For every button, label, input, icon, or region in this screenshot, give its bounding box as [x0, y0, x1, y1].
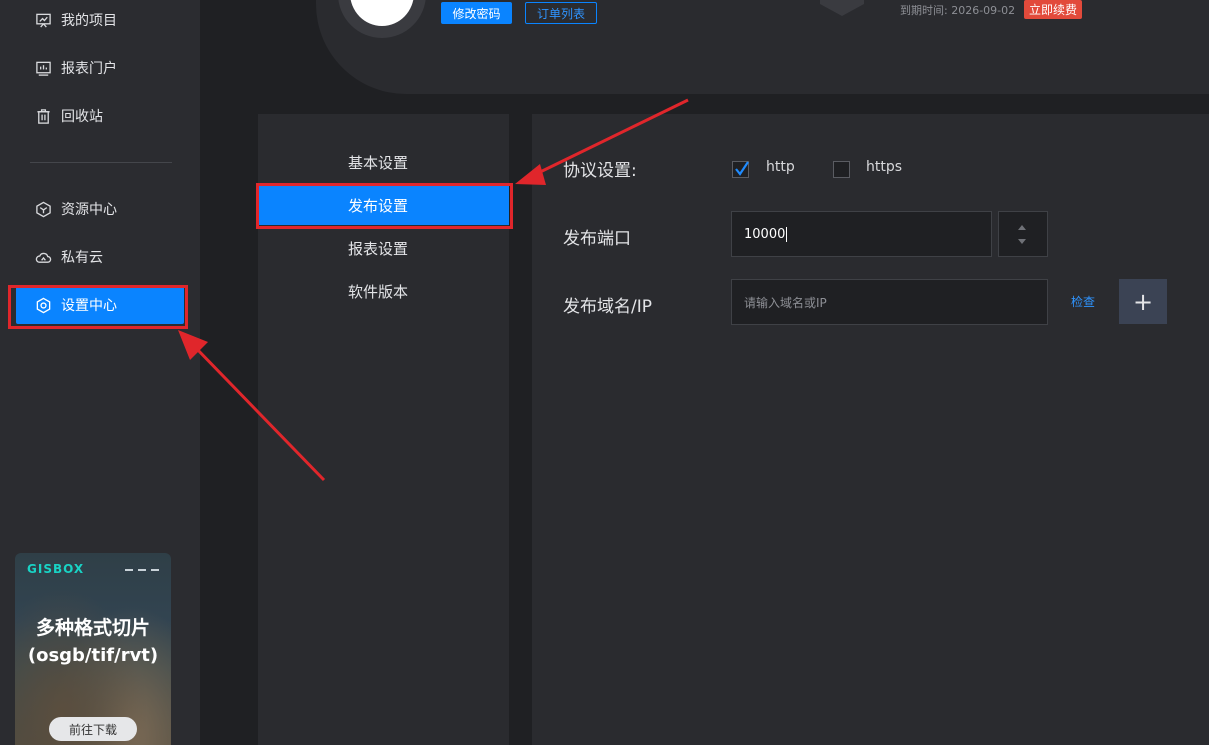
sidebar-item-settings-center[interactable]: 设置中心 [16, 286, 184, 324]
sidebar-item-label: 资源中心 [61, 202, 117, 218]
chevron-up-icon[interactable] [1018, 225, 1026, 230]
domain-label: 发布域名/IP [563, 297, 652, 317]
promo-subtitle: (osgb/tif/rvt) [27, 645, 159, 666]
add-domain-button[interactable]: + [1119, 279, 1167, 324]
port-value: 10000 [744, 226, 786, 242]
report-monitor-icon [34, 59, 52, 77]
order-list-button[interactable]: 订单列表 [525, 2, 597, 24]
submenu-item-basic[interactable]: 基本设置 [258, 142, 509, 182]
domain-placeholder: 请输入域名或IP [744, 295, 827, 310]
promo-card[interactable]: GISBOX 多种格式切片 (osgb/tif/rvt) 前往下载 [15, 553, 171, 745]
promo-brand-logo: GISBOX [27, 562, 85, 576]
submenu-item-label: 软件版本 [348, 282, 409, 301]
chevron-down-icon[interactable] [1018, 239, 1026, 244]
expire-info: 到期时间: 2026-09-02 [900, 2, 1015, 18]
sidebar-item-label: 我的项目 [61, 13, 117, 29]
change-password-button[interactable]: 修改密码 [441, 2, 512, 24]
submenu-item-label: 发布设置 [348, 196, 409, 215]
promo-title: 多种格式切片 [35, 617, 150, 639]
submenu-item-publish[interactable]: 发布设置 [258, 185, 509, 225]
renew-button[interactable]: 立即续费 [1024, 0, 1082, 19]
expire-date: 2026-09-02 [951, 4, 1016, 17]
sidebar-item-label: 私有云 [61, 250, 103, 266]
sidebar-item-private-cloud[interactable]: 私有云 [16, 238, 184, 276]
member-badge-icon [820, 0, 864, 16]
check-icon [735, 161, 749, 176]
submenu-item-label: 基本设置 [348, 153, 409, 172]
protocol-label: 协议设置: [563, 161, 637, 181]
sidebar-item-label: 回收站 [61, 109, 103, 125]
promo-dots-icon [125, 569, 159, 571]
http-label: http [766, 159, 795, 175]
domain-input[interactable]: 请输入域名或IP [731, 279, 1048, 325]
sidebar-item-recycle-bin[interactable]: 回收站 [16, 97, 184, 135]
cube-icon [34, 200, 52, 218]
publish-settings-panel [532, 114, 1209, 745]
http-checkbox[interactable] [732, 161, 749, 178]
check-domain-link[interactable]: 检查 [1071, 293, 1095, 310]
gear-icon [34, 296, 52, 314]
port-label: 发布端口 [563, 229, 631, 249]
sidebar-item-label: 设置中心 [61, 298, 117, 314]
trash-icon [34, 107, 52, 125]
sidebar-item-label: 报表门户 [61, 61, 117, 77]
presentation-board-icon [34, 11, 52, 29]
port-input[interactable]: 10000 [731, 211, 992, 257]
submenu-item-version[interactable]: 软件版本 [258, 271, 509, 311]
submenu-item-label: 报表设置 [348, 239, 409, 258]
sidebar-item-resource-center[interactable]: 资源中心 [16, 190, 184, 228]
sidebar-divider [30, 162, 172, 163]
cloud-icon [34, 248, 52, 266]
https-label: https [866, 159, 903, 175]
submenu-item-report[interactable]: 报表设置 [258, 228, 509, 268]
https-checkbox[interactable] [833, 161, 850, 178]
sidebar-item-my-projects[interactable]: 我的项目 [16, 1, 184, 39]
sidebar-item-report-portal[interactable]: 报表门户 [16, 49, 184, 87]
text-caret [786, 226, 788, 242]
expire-label: 到期时间: [900, 4, 948, 17]
promo-download-button[interactable]: 前往下载 [49, 717, 137, 741]
port-stepper[interactable] [998, 211, 1048, 257]
